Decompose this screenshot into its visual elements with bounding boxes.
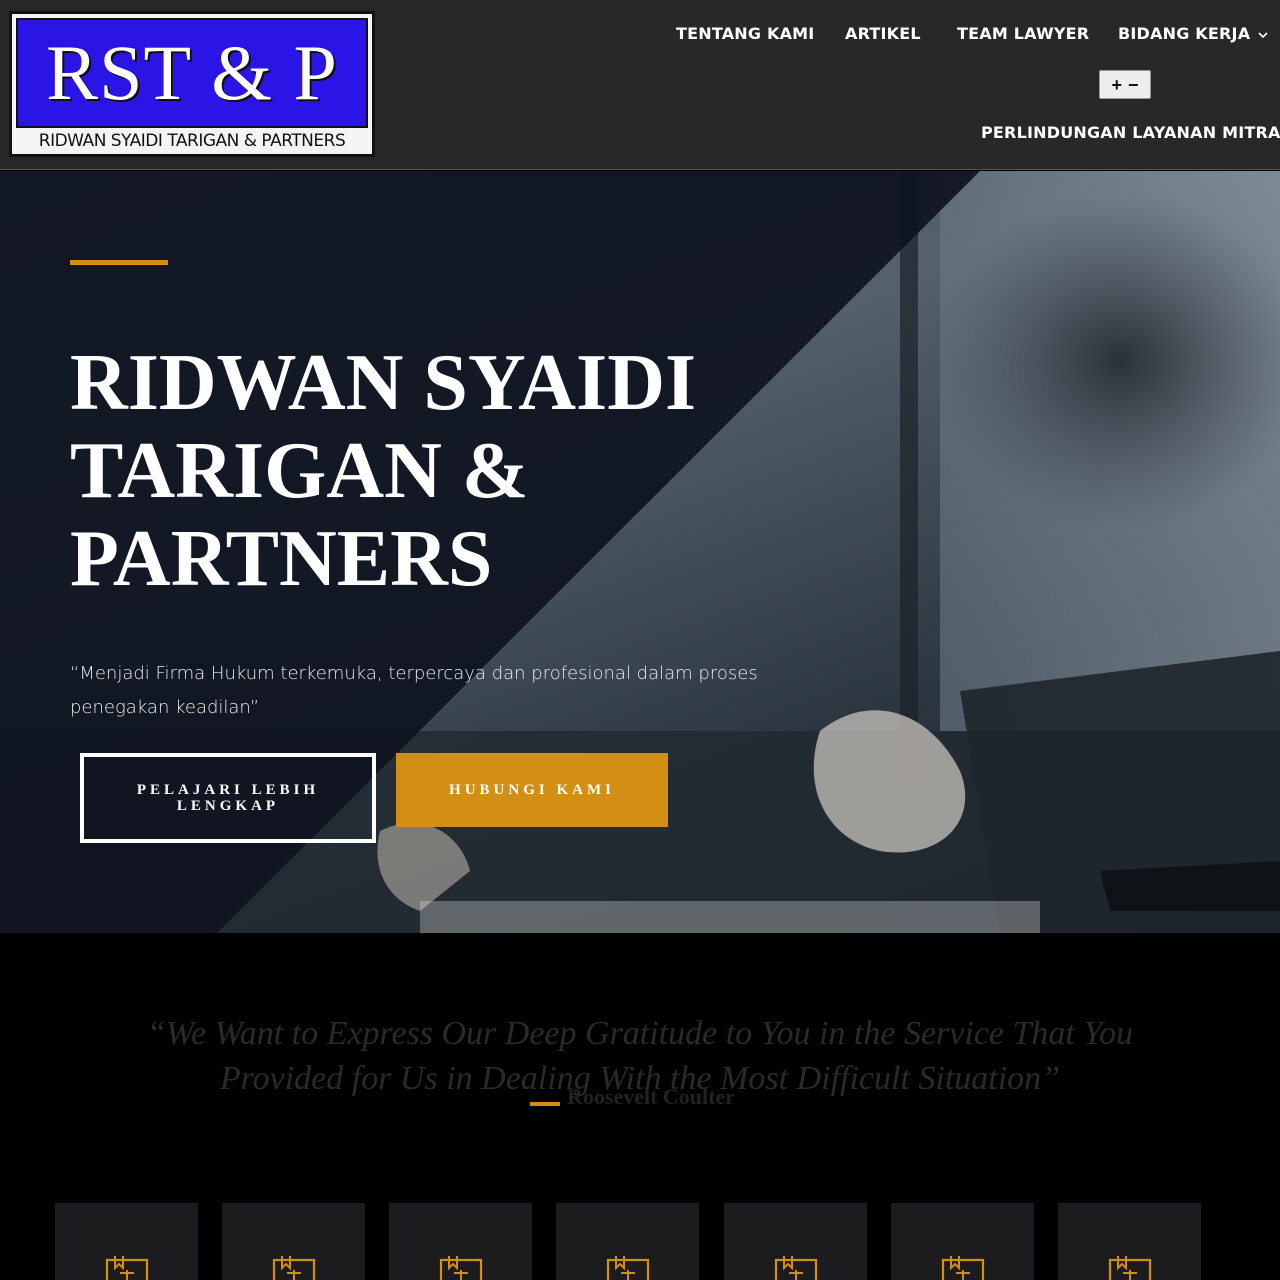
logo-badge: RST & P [16, 18, 368, 128]
hero-section: RIDWAN SYAIDI TARIGAN & PARTNERS “Menjad… [0, 171, 1280, 933]
practice-card[interactable] [389, 1203, 532, 1280]
hero-title: RIDWAN SYAIDI TARIGAN & PARTNERS [70, 339, 697, 603]
hero-quote: “Menjadi Firma Hukum terkemuka, terperca… [70, 663, 758, 718]
law-book-icon [774, 1254, 818, 1280]
site-logo[interactable]: RST & P RIDWAN SYAIDI TARIGAN & PARTNERS [9, 11, 375, 157]
nav-tentang-kami[interactable]: TENTANG KAMI [676, 24, 814, 43]
practice-card[interactable] [724, 1203, 867, 1280]
practice-card[interactable] [556, 1203, 699, 1280]
zoom-control: + − [1099, 70, 1151, 99]
logo-firm-name: RIDWAN SYAIDI TARIGAN & PARTNERS [38, 131, 346, 151]
nav-perlindungan-layanan-mitra[interactable]: PERLINDUNGAN LAYANAN MITRA [981, 123, 1280, 142]
site-header: RST & P RIDWAN SYAIDI TARIGAN & PARTNERS… [0, 0, 1280, 170]
law-book-icon [606, 1254, 650, 1280]
testimonial-author: Roosevelt Coulter [567, 1084, 736, 1109]
learn-more-button[interactable]: PELAJARI LEBIH LENGKAP [80, 753, 376, 843]
law-book-icon [105, 1254, 149, 1280]
practice-card[interactable] [55, 1203, 198, 1280]
practice-card[interactable] [891, 1203, 1034, 1280]
law-book-icon [941, 1254, 985, 1280]
zoom-out-button[interactable]: − [1128, 76, 1139, 94]
nav-bidang-kerja-label: BIDANG KERJA [1118, 24, 1251, 43]
testimonial-accent-dash [530, 1102, 560, 1106]
practice-card[interactable] [1058, 1203, 1201, 1280]
law-book-icon [1108, 1254, 1152, 1280]
logo-initials: RST & P [46, 29, 338, 116]
nav-artikel[interactable]: ARTIKEL [845, 24, 921, 43]
contact-us-button[interactable]: HUBUNGI KAMI [396, 753, 668, 827]
chevron-down-icon [1258, 28, 1268, 42]
testimonial-section: “We Want to Express Our Deep Gratitude t… [0, 933, 1280, 1280]
nav-bidang-kerja[interactable]: BIDANG KERJA [1118, 24, 1268, 43]
hero-accent-bar [70, 260, 168, 265]
zoom-in-button[interactable]: + [1111, 76, 1122, 94]
nav-team-lawyer[interactable]: TEAM LAWYER [957, 24, 1089, 43]
law-book-icon [439, 1254, 483, 1280]
logo-frame: RST & P RIDWAN SYAIDI TARIGAN & PARTNERS [12, 14, 372, 154]
law-book-icon [272, 1254, 316, 1280]
practice-card[interactable] [222, 1203, 365, 1280]
